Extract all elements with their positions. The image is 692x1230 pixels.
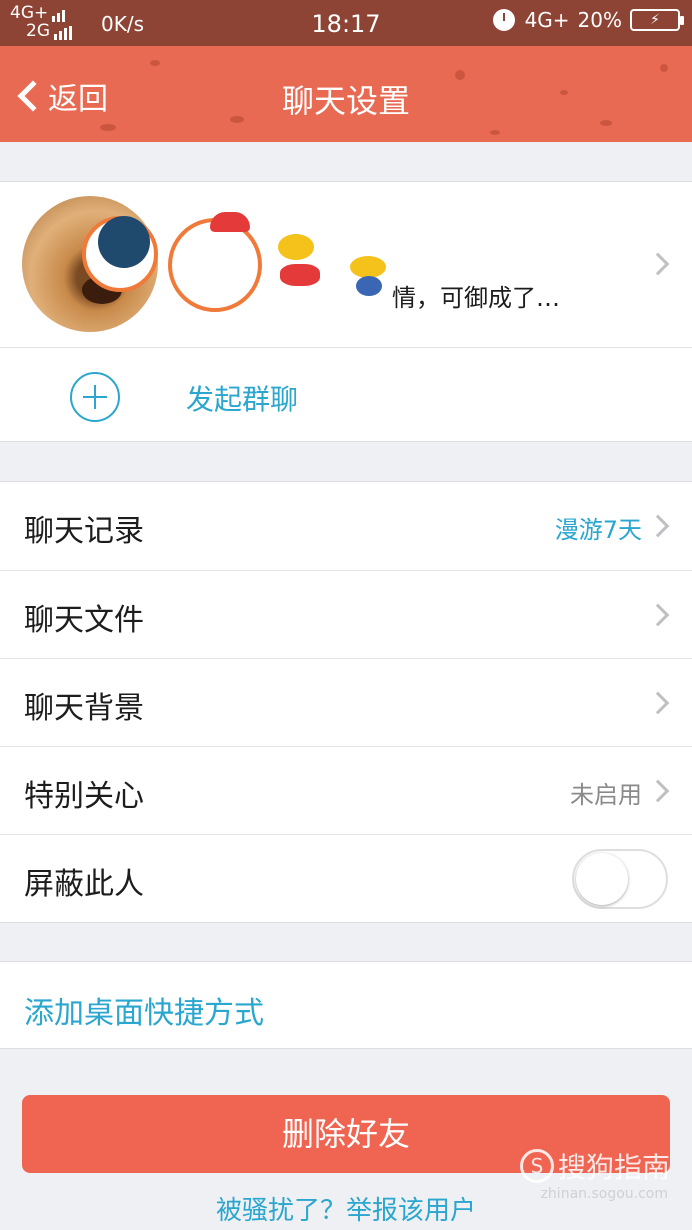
chevron-right-icon: [646, 691, 670, 715]
settings-item-value: 漫游7天: [554, 516, 642, 544]
settings-item-label: 特别关心: [24, 779, 144, 814]
block-toggle[interactable]: [572, 849, 668, 909]
profile-row[interactable]: 情，可御成了…: [0, 182, 692, 347]
shortcut-section[interactable]: 添加桌面快捷方式: [0, 961, 692, 1049]
page-title: 聊天设置: [281, 82, 410, 120]
settings-item-block-user: 屏蔽此人: [0, 834, 692, 922]
settings-item-label: 聊天记录: [24, 514, 144, 549]
settings-item-label: 屏蔽此人: [24, 867, 144, 902]
bird-sticker: [350, 256, 386, 278]
profile-signature: 情，可御成了…: [392, 284, 560, 312]
add-shortcut-link[interactable]: 添加桌面快捷方式: [24, 988, 264, 1032]
group-chat-label: 发起群聊: [186, 383, 299, 416]
battery-percent: 20%: [577, 8, 622, 32]
watermark: S 搜狗指南: [519, 1146, 670, 1186]
settings-item-value: 未启用: [570, 781, 642, 809]
group-chat-row[interactable]: 发起群聊: [0, 347, 692, 442]
status-bar: 4G+ 2G 0K/s 18:17 4G+ 20% ⚡: [0, 0, 692, 46]
settings-item-label: 聊天文件: [24, 603, 144, 638]
network-type-right: 4G+: [524, 8, 570, 32]
chevron-right-icon: [646, 603, 670, 627]
settings-item-chat-history[interactable]: 聊天记录 漫游7天: [0, 482, 692, 570]
alarm-icon: [492, 9, 515, 31]
profile-section: 情，可御成了… 发起群聊: [0, 181, 692, 442]
battery-icon: ⚡: [630, 9, 684, 31]
bear-sticker: [210, 212, 250, 232]
report-user-link[interactable]: 被骚扰了？举报该用户: [0, 1190, 692, 1227]
title-bar: 返回 聊天设置: [0, 46, 692, 142]
chevron-right-icon: [646, 779, 670, 803]
settings-item-chat-background[interactable]: 聊天背景: [0, 658, 692, 746]
plus-circle-icon: [70, 372, 120, 422]
settings-item-label: 聊天背景: [24, 691, 144, 726]
sogou-logo-icon: S: [519, 1149, 554, 1183]
bird-sticker: [278, 234, 314, 260]
settings-section: 聊天记录 漫游7天 聊天文件 聊天背景 特别关心 未启用 屏蔽此人: [0, 481, 692, 923]
watermark-text: 搜狗指南: [557, 1151, 670, 1184]
toggle-knob: [576, 853, 628, 905]
chevron-right-icon: [646, 514, 670, 538]
settings-item-special-care[interactable]: 特别关心 未启用: [0, 746, 692, 834]
settings-item-chat-files[interactable]: 聊天文件: [0, 570, 692, 658]
status-right: 4G+ 20% ⚡: [492, 8, 684, 32]
chevron-right-icon: [646, 252, 670, 276]
penguin-sticker: [98, 216, 150, 268]
